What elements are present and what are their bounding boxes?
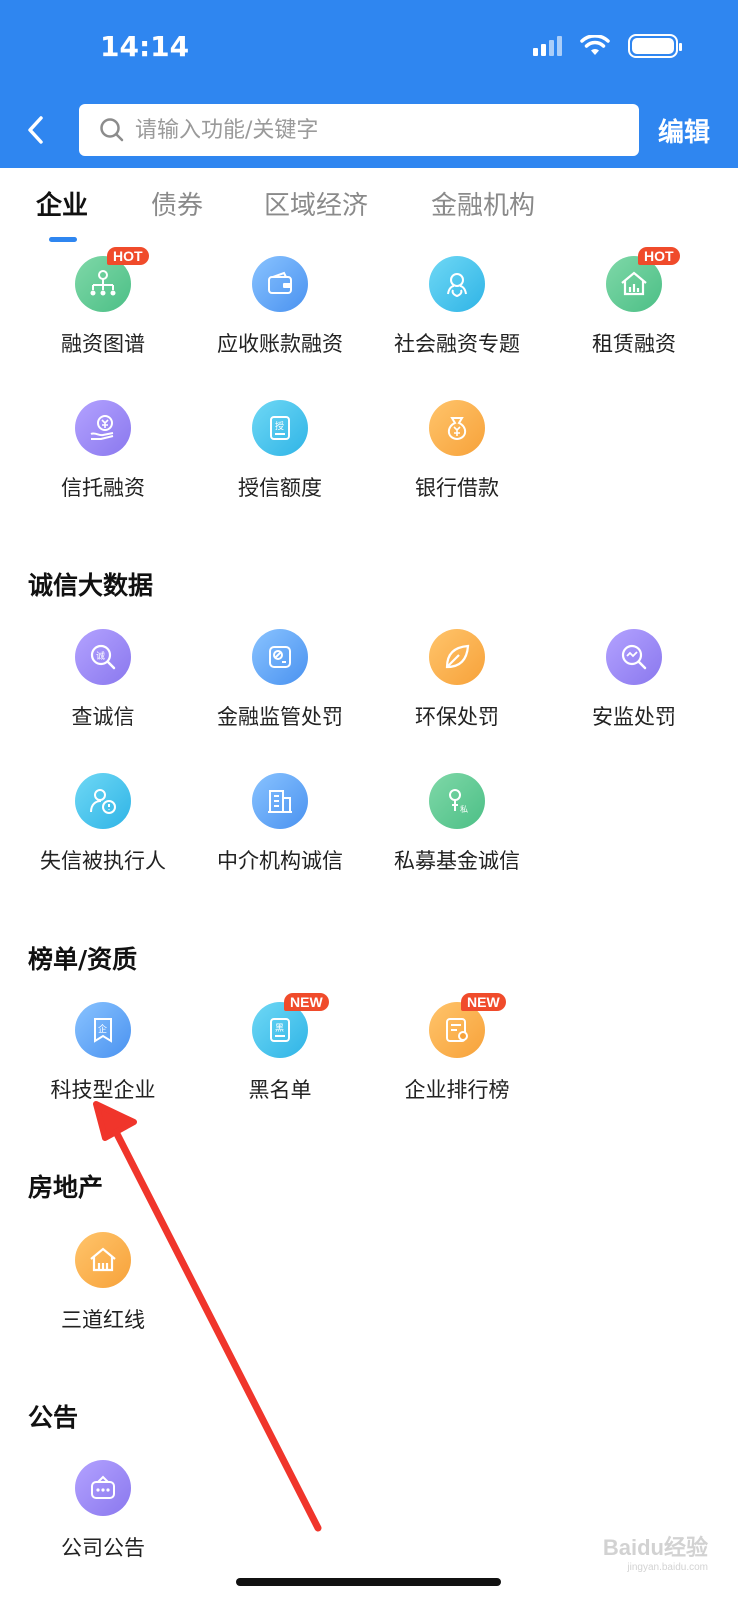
- tab-regional-economy[interactable]: 区域经济: [264, 185, 368, 222]
- item-label: 社会融资专题: [394, 332, 520, 356]
- item-intermediary-credit[interactable]: 中介机构诚信: [191, 773, 369, 875]
- svg-text:诚: 诚: [96, 650, 105, 662]
- hot-badge: HOT: [107, 247, 149, 265]
- announcement-icon: [75, 1460, 131, 1516]
- category-tabs: 企业 债券 区域经济 金融机构: [0, 185, 738, 245]
- tab-financial-institutions[interactable]: 金融机构: [431, 185, 535, 222]
- hand-yuan-icon: [75, 400, 131, 456]
- regulation-icon: [252, 629, 308, 685]
- tab-bonds[interactable]: 债券: [151, 185, 203, 222]
- item-label: 中介机构诚信: [217, 849, 343, 873]
- ranking-certificate-icon: NEW: [429, 993, 506, 1058]
- item-dishonest-debtor[interactable]: 失信被执行人: [14, 773, 192, 875]
- section-title-announcement: 公告: [28, 1403, 79, 1432]
- watermark-subtext: jingyan.baidu.com: [627, 1562, 708, 1573]
- building-icon: [252, 773, 308, 829]
- edit-button[interactable]: 编辑: [658, 112, 710, 149]
- blacklist-icon: 黑 NEW: [252, 993, 329, 1058]
- svg-text:企: 企: [98, 1023, 107, 1035]
- item-label: 应收账款融资: [217, 332, 343, 356]
- item-company-announcement[interactable]: 公司公告: [14, 1460, 192, 1562]
- item-blacklist[interactable]: 黑 NEW 黑名单: [191, 993, 369, 1104]
- new-badge: NEW: [284, 993, 329, 1011]
- item-label: 租赁融资: [592, 332, 676, 356]
- search-icon: [100, 118, 124, 142]
- tab-enterprise[interactable]: 企业: [36, 185, 88, 222]
- new-badge: NEW: [461, 993, 506, 1011]
- back-button[interactable]: [20, 110, 50, 150]
- safety-search-icon: [606, 629, 662, 685]
- item-bank-loan[interactable]: 银行借款: [368, 400, 546, 502]
- house-lines-icon: [75, 1232, 131, 1288]
- item-private-fund-credit[interactable]: 私 私募基金诚信: [368, 773, 546, 875]
- people-circle-icon: [429, 256, 485, 312]
- cellular-signal-icon: [533, 36, 562, 56]
- credit-search-icon: 诚: [75, 629, 131, 685]
- chevron-left-icon: [28, 116, 43, 144]
- item-financial-regulation-penalty[interactable]: 金融监管处罚: [191, 629, 369, 731]
- item-label: 黑名单: [248, 1078, 312, 1102]
- section-title-ranking: 榜单/资质: [28, 945, 138, 974]
- svg-text:私: 私: [460, 805, 468, 814]
- wifi-icon: [580, 35, 610, 55]
- item-label: 查诚信: [71, 705, 135, 729]
- svg-text:黑: 黑: [275, 1023, 284, 1034]
- item-credit-limit[interactable]: 授 授信额度: [191, 400, 369, 502]
- house-chart-icon: HOT: [606, 247, 680, 312]
- item-label: 环保处罚: [415, 705, 499, 729]
- top-bar: 14:14 编辑: [0, 0, 738, 168]
- financing-map-icon: HOT: [75, 247, 149, 312]
- money-bag-icon: [429, 400, 485, 456]
- item-three-red-lines[interactable]: 三道红线: [14, 1232, 192, 1334]
- item-leasing-financing[interactable]: HOT 租赁融资: [545, 247, 723, 358]
- item-tech-enterprise[interactable]: 企 科技型企业: [14, 1002, 192, 1104]
- credit-doc-icon: 授: [252, 400, 308, 456]
- item-trust-financing[interactable]: 信托融资: [14, 400, 192, 502]
- item-label: 银行借款: [415, 476, 499, 500]
- item-environmental-penalty[interactable]: 环保处罚: [368, 629, 546, 731]
- item-label: 失信被执行人: [40, 849, 166, 873]
- search-box[interactable]: [79, 104, 639, 156]
- svg-text:授: 授: [275, 420, 284, 432]
- item-social-financing[interactable]: 社会融资专题: [368, 256, 546, 358]
- leaf-icon: [429, 629, 485, 685]
- item-financing-map[interactable]: HOT 融资图谱: [14, 247, 192, 358]
- hot-badge: HOT: [638, 247, 680, 265]
- private-fund-icon: 私: [429, 773, 485, 829]
- home-indicator[interactable]: [236, 1578, 501, 1586]
- item-label: 私募基金诚信: [394, 849, 520, 873]
- tab-active-indicator: [49, 237, 77, 242]
- section-title-realestate: 房地产: [28, 1173, 104, 1202]
- wallet-icon: [252, 256, 308, 312]
- item-label: 科技型企业: [50, 1078, 156, 1102]
- person-alert-icon: [75, 773, 131, 829]
- battery-icon: [628, 34, 682, 58]
- status-icons: [533, 34, 682, 58]
- search-input[interactable]: [135, 117, 615, 143]
- item-check-credit[interactable]: 诚 查诚信: [14, 629, 192, 731]
- item-enterprise-ranking[interactable]: NEW 企业排行榜: [368, 993, 546, 1104]
- item-label: 公司公告: [61, 1536, 145, 1560]
- item-label: 三道红线: [61, 1308, 145, 1332]
- section-title-credit: 诚信大数据: [28, 571, 154, 600]
- item-label: 授信额度: [238, 476, 322, 500]
- item-label: 安监处罚: [592, 705, 676, 729]
- item-label: 企业排行榜: [404, 1078, 510, 1102]
- item-receivables-financing[interactable]: 应收账款融资: [191, 256, 369, 358]
- enterprise-bookmark-icon: 企: [75, 1002, 131, 1058]
- item-label: 融资图谱: [61, 332, 145, 356]
- watermark-logo: Baidu经验 jingyan.baidu.com: [603, 1530, 708, 1573]
- item-label: 信托融资: [61, 476, 145, 500]
- status-time: 14:14: [100, 30, 190, 63]
- watermark-text: Baidu经验: [602, 1535, 708, 1560]
- item-safety-penalty[interactable]: 安监处罚: [545, 629, 723, 731]
- item-label: 金融监管处罚: [217, 705, 343, 729]
